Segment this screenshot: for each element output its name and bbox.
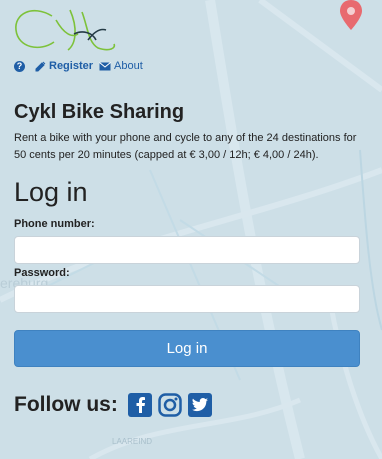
description: Rent a bike with your phone and cycle to…: [14, 132, 357, 161]
register-label: Register: [49, 60, 94, 72]
follow-label: Follow us:: [14, 393, 118, 416]
register-link[interactable]: Register: [35, 60, 93, 72]
about-link[interactable]: About: [99, 60, 143, 72]
page-title: Cykl Bike Sharing: [14, 101, 185, 123]
about-label: About: [114, 60, 143, 72]
cykl-logo[interactable]: [12, 4, 116, 54]
password-input[interactable]: [14, 285, 360, 313]
help-icon[interactable]: ?: [14, 60, 25, 72]
instagram-icon[interactable]: [158, 393, 182, 417]
phone-label: Phone number:: [14, 218, 95, 230]
twitter-icon[interactable]: [187, 393, 212, 417]
map-marker-icon[interactable]: [338, 0, 364, 30]
password-label: Password:: [14, 267, 70, 279]
top-links: ? Register About: [14, 60, 143, 72]
phone-input[interactable]: [14, 236, 360, 264]
login-heading: Log in: [14, 177, 88, 207]
facebook-icon[interactable]: [127, 393, 152, 417]
login-button[interactable]: Log in: [14, 330, 360, 367]
envelope-icon: [99, 61, 111, 70]
follow-us: Follow us:: [14, 393, 212, 417]
pencil-icon: [35, 61, 46, 71]
map-label-bottom: LAAREIND: [112, 437, 152, 446]
